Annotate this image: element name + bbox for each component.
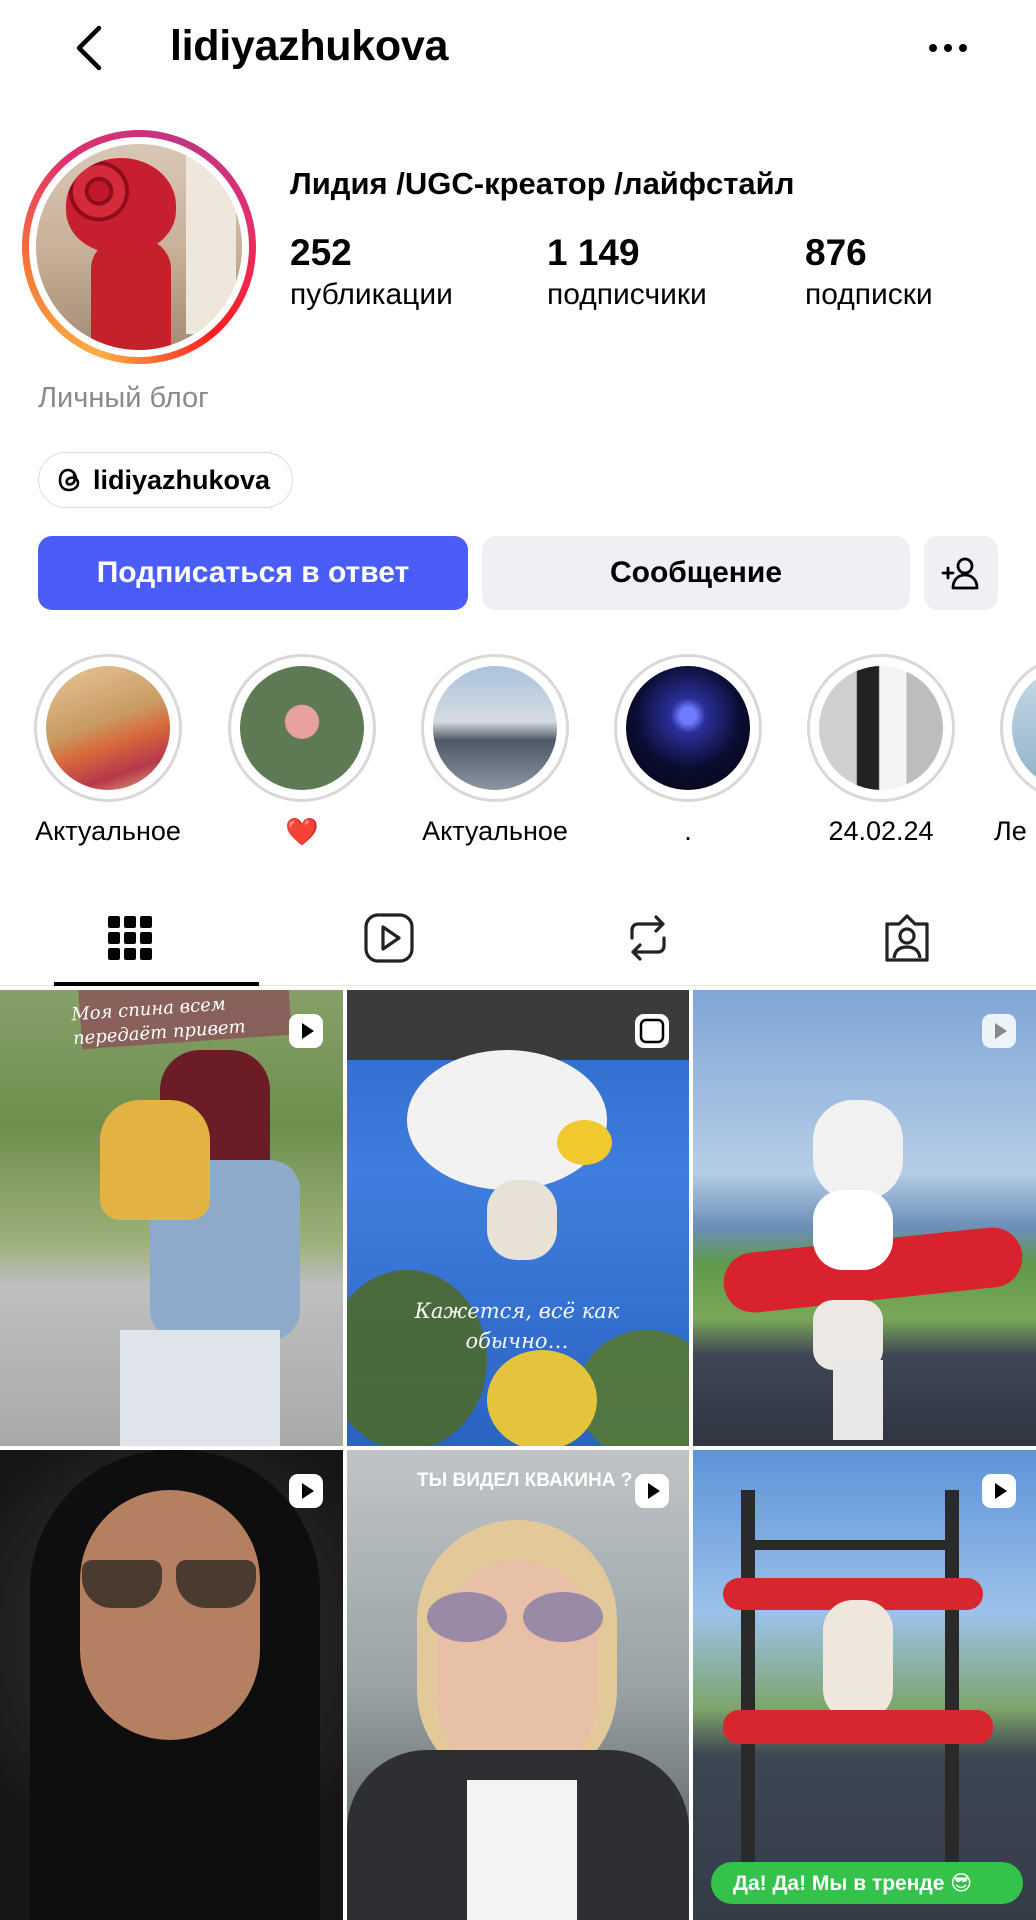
highlight-item[interactable]: ❤️ bbox=[222, 654, 382, 848]
tab-reels[interactable] bbox=[259, 890, 518, 986]
stat-label: подписчики bbox=[547, 278, 707, 311]
highlight-cover bbox=[46, 666, 170, 790]
profile-tabs bbox=[0, 890, 1036, 986]
stat-label: подписки bbox=[805, 278, 933, 311]
reel-badge-icon bbox=[289, 1014, 323, 1048]
highlight-item[interactable]: Ле bbox=[994, 654, 1036, 847]
stat-value: 1 149 bbox=[547, 232, 640, 273]
stat-posts[interactable]: 252 публикации bbox=[290, 232, 453, 312]
posts-grid: Моя спина всем передаёт привет Кажется, … bbox=[0, 990, 1036, 1920]
tagged-icon bbox=[884, 914, 929, 962]
highlight-item[interactable]: Актуальное bbox=[415, 654, 575, 847]
post-thumbnail[interactable]: Кажется, всё как обычно… bbox=[347, 990, 689, 1446]
highlight-label: Актуальное bbox=[422, 816, 568, 846]
post-thumbnail[interactable]: ТЫ ВИДЕЛ КВАКИНА ? bbox=[347, 1450, 689, 1920]
profile-display-name: Лидия /UGC-креатор /лайфстайл bbox=[290, 166, 795, 201]
add-person-icon bbox=[941, 557, 979, 590]
post-caption-overlay: Кажется, всё как обычно… bbox=[414, 1299, 620, 1353]
top-bar: lidiyazhukova bbox=[0, 0, 1036, 100]
highlight-item[interactable]: Актуальное bbox=[28, 654, 188, 847]
threads-icon bbox=[58, 468, 80, 492]
reel-badge-icon bbox=[635, 1014, 669, 1048]
stat-followers[interactable]: 1 149 подписчики bbox=[547, 232, 707, 312]
message-button[interactable]: Сообщение bbox=[482, 536, 910, 610]
stat-following[interactable]: 876 подписки bbox=[805, 232, 933, 312]
post-thumbnail[interactable] bbox=[693, 990, 1036, 1446]
threads-handle: lidiyazhukova bbox=[93, 464, 271, 495]
back-arrow-icon bbox=[76, 25, 102, 71]
highlight-label: ❤️ bbox=[285, 817, 319, 847]
more-options-button[interactable] bbox=[918, 26, 978, 70]
post-caption-overlay: Да! Да! Мы в тренде 😎 bbox=[733, 1872, 973, 1895]
reels-icon bbox=[363, 913, 414, 963]
stat-value: 252 bbox=[290, 232, 352, 273]
avatar-story-ring[interactable] bbox=[22, 130, 256, 364]
stat-value: 876 bbox=[805, 232, 867, 273]
highlight-cover bbox=[626, 666, 750, 790]
highlight-cover bbox=[1012, 666, 1036, 790]
highlight-label: . bbox=[684, 816, 692, 846]
avatar bbox=[36, 144, 242, 350]
post-thumbnail[interactable]: Моя спина всем передаёт привет bbox=[0, 990, 343, 1446]
threads-link[interactable]: lidiyazhukova bbox=[38, 452, 294, 508]
reel-badge-icon bbox=[982, 1474, 1016, 1508]
reposts-icon bbox=[629, 915, 666, 961]
highlight-label: 24.02.24 bbox=[828, 816, 934, 846]
highlight-cover bbox=[819, 666, 943, 790]
reel-badge-icon bbox=[635, 1474, 669, 1508]
tab-reposts[interactable] bbox=[518, 890, 777, 986]
story-highlights: Актуальное ❤️ Актуальное . 24.02.24 Ле bbox=[0, 654, 1036, 854]
highlight-cover bbox=[433, 666, 557, 790]
page-title: lidiyazhukova bbox=[170, 22, 449, 70]
stat-label: публикации bbox=[290, 278, 453, 311]
active-tab-indicator bbox=[54, 982, 259, 986]
reel-badge-icon bbox=[289, 1474, 323, 1508]
highlight-label: Ле bbox=[994, 816, 1027, 846]
highlight-label: Актуальное bbox=[35, 816, 181, 846]
follow-back-button[interactable]: Подписаться в ответ bbox=[38, 536, 468, 610]
highlight-cover bbox=[240, 666, 364, 790]
post-caption-overlay: ТЫ ВИДЕЛ КВАКИНА ? bbox=[417, 1470, 633, 1491]
more-icon bbox=[929, 44, 967, 52]
grid-icon bbox=[107, 916, 152, 960]
suggested-accounts-button[interactable] bbox=[924, 536, 998, 610]
tab-posts-grid[interactable] bbox=[0, 890, 259, 986]
back-button[interactable] bbox=[66, 20, 110, 76]
post-thumbnail[interactable]: Да! Да! Мы в тренде 😎 bbox=[693, 1450, 1036, 1920]
highlight-item[interactable]: 24.02.24 bbox=[801, 654, 961, 847]
post-thumbnail[interactable] bbox=[0, 1450, 343, 1920]
highlight-item[interactable]: . bbox=[608, 654, 768, 847]
profile-category: Личный блог bbox=[38, 382, 209, 414]
tab-tagged[interactable] bbox=[777, 890, 1036, 986]
reel-badge-icon bbox=[982, 1014, 1016, 1048]
